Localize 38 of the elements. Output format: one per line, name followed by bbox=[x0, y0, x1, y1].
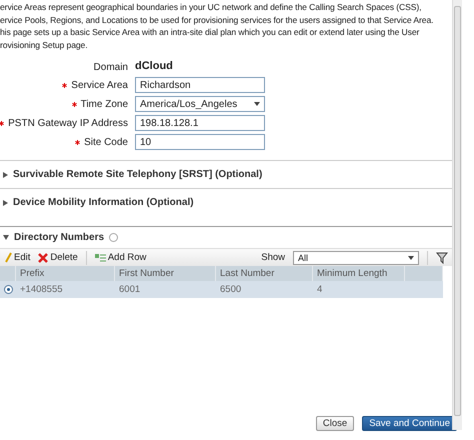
save-button[interactable]: Save and Continue bbox=[362, 416, 457, 431]
intro-paragraph: ervice Areas represent geographical boundaries in your UC network and define the Calling Search Spaces (CSS), ervice Pools, Regions, and Locations to be used for provisioning services for the users assigned to that Service Area. his page sets up a basic Service Area with an intra-site dial plan which you can edit or extend later using the User rovisioning Setup page. bbox=[0, 1, 434, 51]
table-cell: +1408555 bbox=[16, 281, 115, 298]
field-label: Site Code bbox=[75, 136, 128, 148]
input-field[interactable]: Richardson bbox=[135, 77, 265, 93]
select-field[interactable]: America/Los_Angeles bbox=[135, 96, 265, 112]
show-select[interactable]: All bbox=[293, 250, 419, 264]
table-cell: 6500 bbox=[216, 281, 313, 298]
table-cell bbox=[405, 281, 443, 298]
column-header: Minimum Length bbox=[313, 266, 405, 281]
scrollbar[interactable] bbox=[452, 0, 462, 430]
field-label: PSTN Gateway IP Address bbox=[0, 118, 128, 128]
field-label: Domain bbox=[94, 62, 128, 72]
edit-button[interactable]: Edit bbox=[4, 252, 30, 263]
pencil-icon bbox=[4, 252, 12, 263]
show-label: Show bbox=[261, 252, 285, 263]
field-label: Time Zone bbox=[72, 98, 128, 110]
help-icon bbox=[109, 233, 118, 242]
row-radio[interactable] bbox=[4, 285, 13, 294]
table-header bbox=[405, 266, 443, 281]
collapsible-section-header[interactable]: Device Mobility Information (Optional) bbox=[0, 188, 452, 216]
table-cell: 6001 bbox=[115, 281, 216, 298]
column-header: First Number bbox=[115, 266, 216, 281]
input-field[interactable]: 198.18.128.1 bbox=[135, 115, 265, 131]
column-header: Last Number bbox=[216, 266, 313, 281]
input-field[interactable]: 10 bbox=[135, 134, 265, 150]
add-row-icon bbox=[94, 253, 106, 262]
delete-button[interactable]: Delete bbox=[38, 252, 78, 263]
column-header: Prefix bbox=[16, 266, 115, 281]
add-row-button[interactable]: Add Row bbox=[94, 252, 146, 263]
filter-icon[interactable] bbox=[436, 252, 448, 264]
table-cell: 4 bbox=[313, 281, 405, 298]
table-header bbox=[0, 266, 16, 281]
delete-x-icon bbox=[38, 252, 48, 262]
domain-value: dCloud bbox=[135, 60, 174, 74]
collapsible-section-header[interactable]: Survivable Remote Site Telephony [SRST] (Optional) bbox=[0, 160, 452, 188]
close-button[interactable]: Close bbox=[316, 416, 354, 431]
field-label: Service Area bbox=[62, 80, 128, 90]
